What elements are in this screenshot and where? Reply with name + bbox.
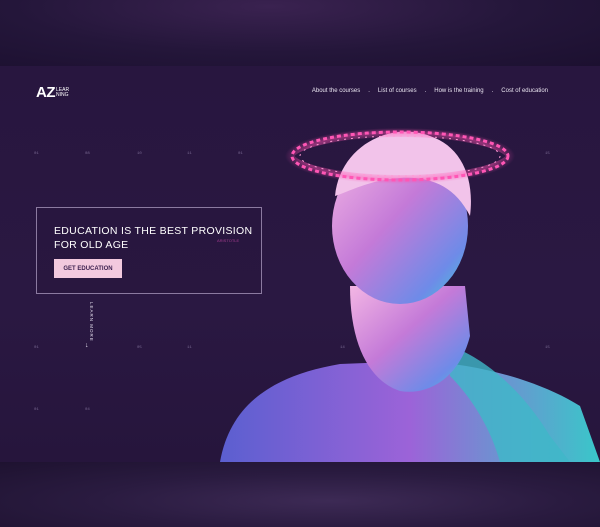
- logo-mark: AZ: [36, 84, 56, 101]
- grid-number: 10: [137, 152, 142, 156]
- main-nav: About the courses . List of courses . Ho…: [312, 88, 548, 94]
- grid-number: 01: [34, 408, 39, 412]
- grid-number: 05: [137, 346, 142, 350]
- learn-more-link[interactable]: LEARN MORE: [84, 302, 94, 358]
- hero-attribution: ARISTOTLE: [217, 238, 240, 243]
- grid-number: 11: [187, 346, 192, 350]
- outer-background-top: [0, 0, 600, 66]
- nav-cost-of-education[interactable]: Cost of education: [501, 88, 548, 94]
- grid-number: 01: [34, 346, 39, 350]
- nav-list-of-courses[interactable]: List of courses: [378, 88, 417, 94]
- get-education-button[interactable]: GET EDUCATION: [54, 259, 122, 278]
- grid-number: 04: [85, 408, 90, 412]
- nav-separator: .: [424, 88, 427, 94]
- grid-number: 11: [187, 152, 192, 156]
- hero-panel: EDUCATION IS THE BEST PROVISION FOR OLD …: [36, 207, 262, 294]
- nav-about-courses[interactable]: About the courses: [312, 88, 360, 94]
- nav-how-training[interactable]: How is the training: [434, 88, 483, 94]
- logo-subtext: LEAR NING: [56, 87, 69, 98]
- website-preview: AZ LEAR NING About the courses . List of…: [0, 66, 600, 462]
- logo[interactable]: AZ LEAR NING: [36, 84, 69, 101]
- grid-number: 01: [34, 152, 39, 156]
- outer-background-bottom: [0, 462, 600, 527]
- nav-separator: .: [368, 88, 370, 94]
- logo-subtext-bottom: NING: [56, 91, 69, 98]
- grid-number: 08: [85, 152, 90, 156]
- nav-separator: .: [491, 88, 494, 94]
- arrow-down-icon[interactable]: ↓: [85, 342, 89, 349]
